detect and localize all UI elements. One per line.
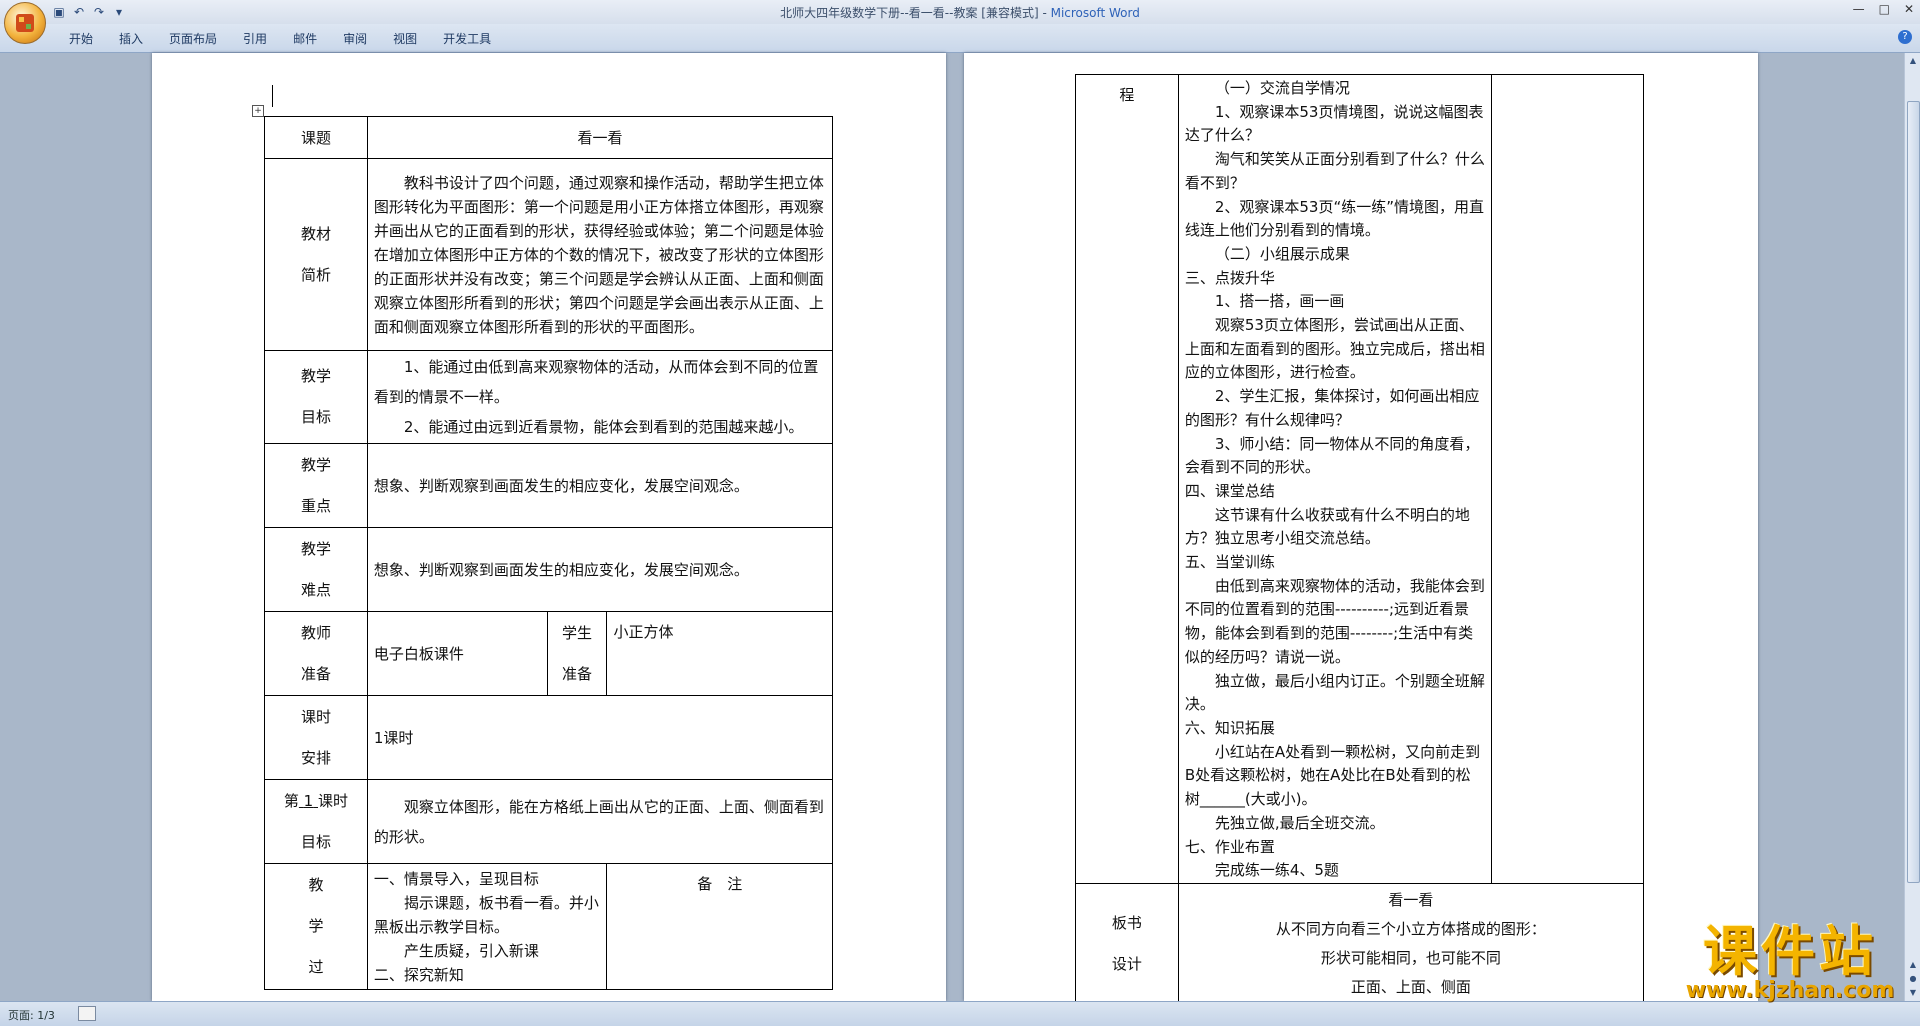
topic-value: 看一看 xyxy=(366,116,834,159)
status-bar: 页面: 1/3 xyxy=(0,1001,1920,1026)
process-label: 教学过 xyxy=(264,863,368,990)
remark-label: 备 注 xyxy=(606,863,833,990)
maximize-icon[interactable]: □ xyxy=(1879,2,1890,16)
material-text: 教科书设计了四个问题，通过观察和操作活动，帮助学生把立体图形转化为平面图形：第一… xyxy=(366,158,834,351)
teacher-prep-text: 电子白板课件 xyxy=(366,611,548,696)
key-point-text: 想象、判断观察到画面发生的相应变化，发展空间观念。 xyxy=(366,443,834,528)
office-button[interactable] xyxy=(4,2,46,44)
ribbon-tabs: 开始 插入 页面布局 引用 邮件 审阅 视图 开发工具 xyxy=(56,30,504,47)
tab-mailings[interactable]: 邮件 xyxy=(280,30,330,47)
text-cursor xyxy=(272,85,273,107)
scroll-up-icon[interactable]: ▲ xyxy=(1907,55,1919,67)
window-controls: — □ ✕ xyxy=(1853,2,1914,16)
goal-text: 1、能通过由低到高来观察物体的活动，从而体会到不同的位置看到的情景不一样。 2、… xyxy=(366,350,834,444)
tab-developer[interactable]: 开发工具 xyxy=(430,30,504,47)
board-design-label: 板书 设计 xyxy=(1075,882,1179,1006)
time-label: 课时 安排 xyxy=(264,695,368,780)
ribbon: 开始 插入 页面布局 引用 邮件 审阅 视图 开发工具 ? xyxy=(0,24,1920,53)
proofing-icon[interactable] xyxy=(78,1006,96,1021)
watermark-title: 课件站 xyxy=(1703,920,1877,983)
difficulty-label: 教学 难点 xyxy=(264,527,368,612)
watermark-url: www.kjzhan.com xyxy=(1685,978,1895,1003)
window-title: 北师大四年级数学下册--看一看--教案 [兼容模式] - Microsoft W… xyxy=(780,6,1140,20)
lesson-goal-label: 第 1 课时 目标 xyxy=(264,779,368,864)
tab-view[interactable]: 视图 xyxy=(380,30,430,47)
lesson-goal-text: 观察立体图形，能在方格纸上画出从它的正面、上面、侧面看到的形状。 xyxy=(366,779,834,864)
board-design-text: 看一看 从不同方向看三个小立方体搭成的图形： 形状可能相同，也可能不同 正面、上… xyxy=(1177,882,1645,1006)
process-continued-text: （一）交流自学情况 1、观察课本53页情境图，说说这幅图表达了什么？ 淘气和笑笑… xyxy=(1177,74,1493,884)
goal-label: 教学 目标 xyxy=(264,350,368,444)
minimize-icon[interactable]: — xyxy=(1853,2,1865,16)
table-move-handle-icon[interactable]: + xyxy=(252,105,264,117)
office-logo-icon xyxy=(16,14,34,32)
tab-insert[interactable]: 插入 xyxy=(106,30,156,47)
tab-home[interactable]: 开始 xyxy=(56,30,106,47)
student-prep-text: 小正方体 xyxy=(606,611,833,696)
process-remark-cell xyxy=(1491,74,1644,884)
topic-label: 课题 xyxy=(264,116,368,159)
vertical-scrollbar[interactable]: ▲ ▲ ● ▼ xyxy=(1904,53,1920,1001)
difficulty-text: 想象、判断观察到画面发生的相应变化，发展空间观念。 xyxy=(366,527,834,612)
scrollbar-thumb[interactable] xyxy=(1907,101,1920,883)
process-text: 一、情景导入，呈现目标 揭示课题，板书看一看。并小黑板出示教学目标。 产生质疑，… xyxy=(366,863,608,990)
time-text: 1课时 xyxy=(366,695,834,780)
material-label: 教材 简析 xyxy=(264,158,368,351)
page-indicator[interactable]: 页面: 1/3 xyxy=(8,1007,55,1023)
process-table: 程 （一）交流自学情况 1、观察课本53页情境图，说说这幅图表达了什么？ 淘气和… xyxy=(1075,74,1645,1006)
process-continued-label: 程 xyxy=(1075,74,1179,884)
student-prep-label: 学生 准备 xyxy=(546,611,608,696)
tab-references[interactable]: 引用 xyxy=(230,30,280,47)
key-point-label: 教学 重点 xyxy=(264,443,368,528)
title-bar: ▣ ↶ ↷ ▾ 北师大四年级数学下册--看一看--教案 [兼容模式] - Mic… xyxy=(0,0,1920,24)
tab-review[interactable]: 审阅 xyxy=(330,30,380,47)
help-icon[interactable]: ? xyxy=(1898,30,1912,44)
tab-page-layout[interactable]: 页面布局 xyxy=(156,30,230,47)
watermark-logo: 课件站 www.kjzhan.com xyxy=(1670,920,1910,1003)
lesson-plan-table: 课题 看一看 教材 简析 教科书设计了四个问题，通过观察和操作活动，帮助学生把立体… xyxy=(264,116,834,990)
close-icon[interactable]: ✕ xyxy=(1904,2,1914,16)
teacher-prep-label: 教师 准备 xyxy=(264,611,368,696)
